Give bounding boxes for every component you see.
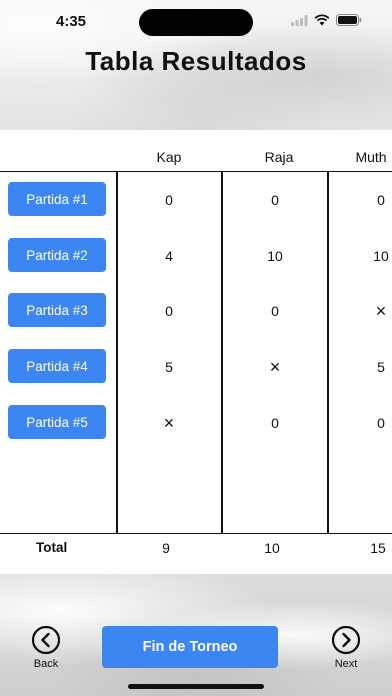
signal-icon [291, 14, 308, 26]
eliminated-mark: × [375, 301, 387, 321]
table-bottom-divider [0, 533, 392, 534]
player-header-1: Kap [156, 149, 182, 165]
battery-icon [336, 14, 362, 26]
column-divider-3 [327, 171, 329, 533]
score-cell: 10 [267, 248, 283, 264]
total-value: 10 [264, 540, 280, 556]
chevron-right-icon [331, 625, 361, 655]
score-cell: 4 [165, 248, 173, 264]
back-label: Back [33, 658, 59, 670]
score-cell: 0 [271, 415, 279, 431]
total-value: 9 [162, 540, 170, 556]
total-label: Total [36, 540, 68, 555]
home-indicator [128, 684, 264, 689]
eliminated-mark: × [163, 413, 175, 433]
status-icons [291, 14, 362, 26]
eliminated-mark: × [269, 357, 281, 377]
score-cell: 0 [377, 415, 385, 431]
score-cell: 0 [165, 303, 173, 319]
partida-4-button[interactable]: Partida #4 [8, 349, 106, 383]
player-header-3: Muth [355, 149, 387, 165]
column-divider-1 [116, 171, 118, 533]
partida-1-button[interactable]: Partida #1 [8, 182, 106, 216]
partida-2-button[interactable]: Partida #2 [8, 238, 106, 272]
page-title: Tabla Resultados [85, 46, 307, 76]
score-cell: 0 [271, 192, 279, 208]
next-label: Next [334, 658, 358, 670]
score-cell: 5 [165, 359, 173, 375]
score-cell: 0 [271, 303, 279, 319]
next-button[interactable]: Next [318, 625, 374, 670]
score-cell: 10 [373, 248, 389, 264]
wifi-icon [314, 14, 330, 26]
player-header-2: Raja [264, 149, 294, 165]
score-cell: 0 [377, 192, 385, 208]
partida-3-button[interactable]: Partida #3 [8, 293, 106, 327]
status-bar: 4:35 [0, 0, 392, 44]
dynamic-island [139, 9, 253, 36]
partida-5-button[interactable]: Partida #5 [8, 405, 106, 439]
chevron-left-icon [31, 625, 61, 655]
back-button[interactable]: Back [18, 625, 74, 670]
score-cell: 5 [377, 359, 385, 375]
fin-de-torneo-button[interactable]: Fin de Torneo [102, 626, 278, 668]
status-time: 4:35 [56, 13, 87, 30]
total-value: 15 [370, 540, 386, 556]
results-table: Kap Raja Muth Partida #1 0 0 0 Partida #… [0, 130, 392, 574]
score-cell: 0 [165, 192, 173, 208]
table-top-divider [0, 171, 392, 172]
column-divider-2 [221, 171, 223, 533]
